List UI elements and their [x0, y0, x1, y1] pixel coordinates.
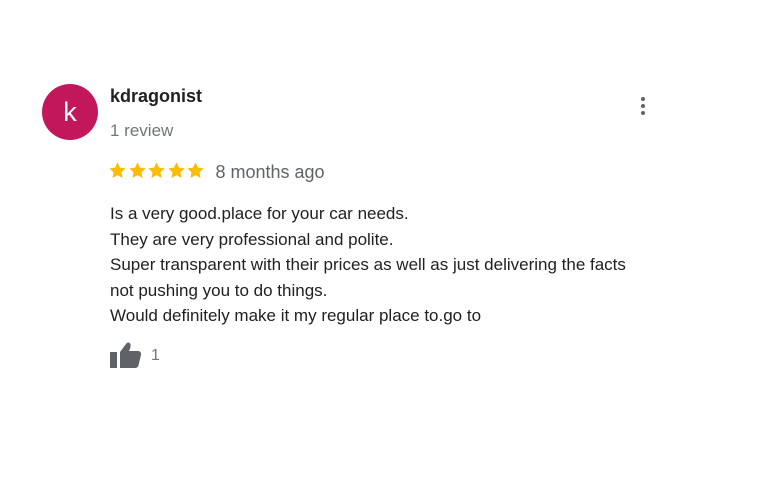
more-vert-icon-dot [641, 104, 645, 108]
star-icon [186, 161, 205, 180]
review-text-line: They are very professional and polite. [110, 229, 394, 249]
star-icon [167, 161, 186, 180]
avatar[interactable]: k [42, 84, 98, 140]
rating-row: 8 months ago [108, 160, 325, 182]
star-rating [108, 161, 206, 180]
like-count: 1 [151, 347, 160, 364]
more-vert-icon [641, 97, 645, 101]
star-icon [128, 161, 147, 180]
author-review-count[interactable]: 1 review [110, 121, 173, 141]
review-card: k kdragonist 1 review 8 months ago Is a … [0, 0, 781, 500]
avatar-letter: k [63, 96, 77, 127]
thumb-up-icon [110, 342, 142, 368]
review-text-line: Super transparent with their prices as w… [110, 255, 626, 274]
review-text-line: Would definitely make it my regular plac… [110, 306, 482, 325]
like-button[interactable] [109, 340, 143, 370]
review-date: 8 months ago [215, 162, 325, 182]
more-options-button[interactable] [630, 92, 656, 120]
star-icon [108, 161, 127, 180]
author-name[interactable]: kdragonist [110, 86, 202, 107]
review-text: Is a very good.place for your car needs.… [110, 201, 710, 329]
more-vert-icon-dot [641, 111, 645, 115]
star-icon [147, 161, 166, 180]
review-text-line: not pushing you to do things. [110, 280, 328, 300]
like-row: 1 [109, 340, 160, 370]
review-text-line: Is a very good.place for your car needs. [110, 204, 409, 223]
